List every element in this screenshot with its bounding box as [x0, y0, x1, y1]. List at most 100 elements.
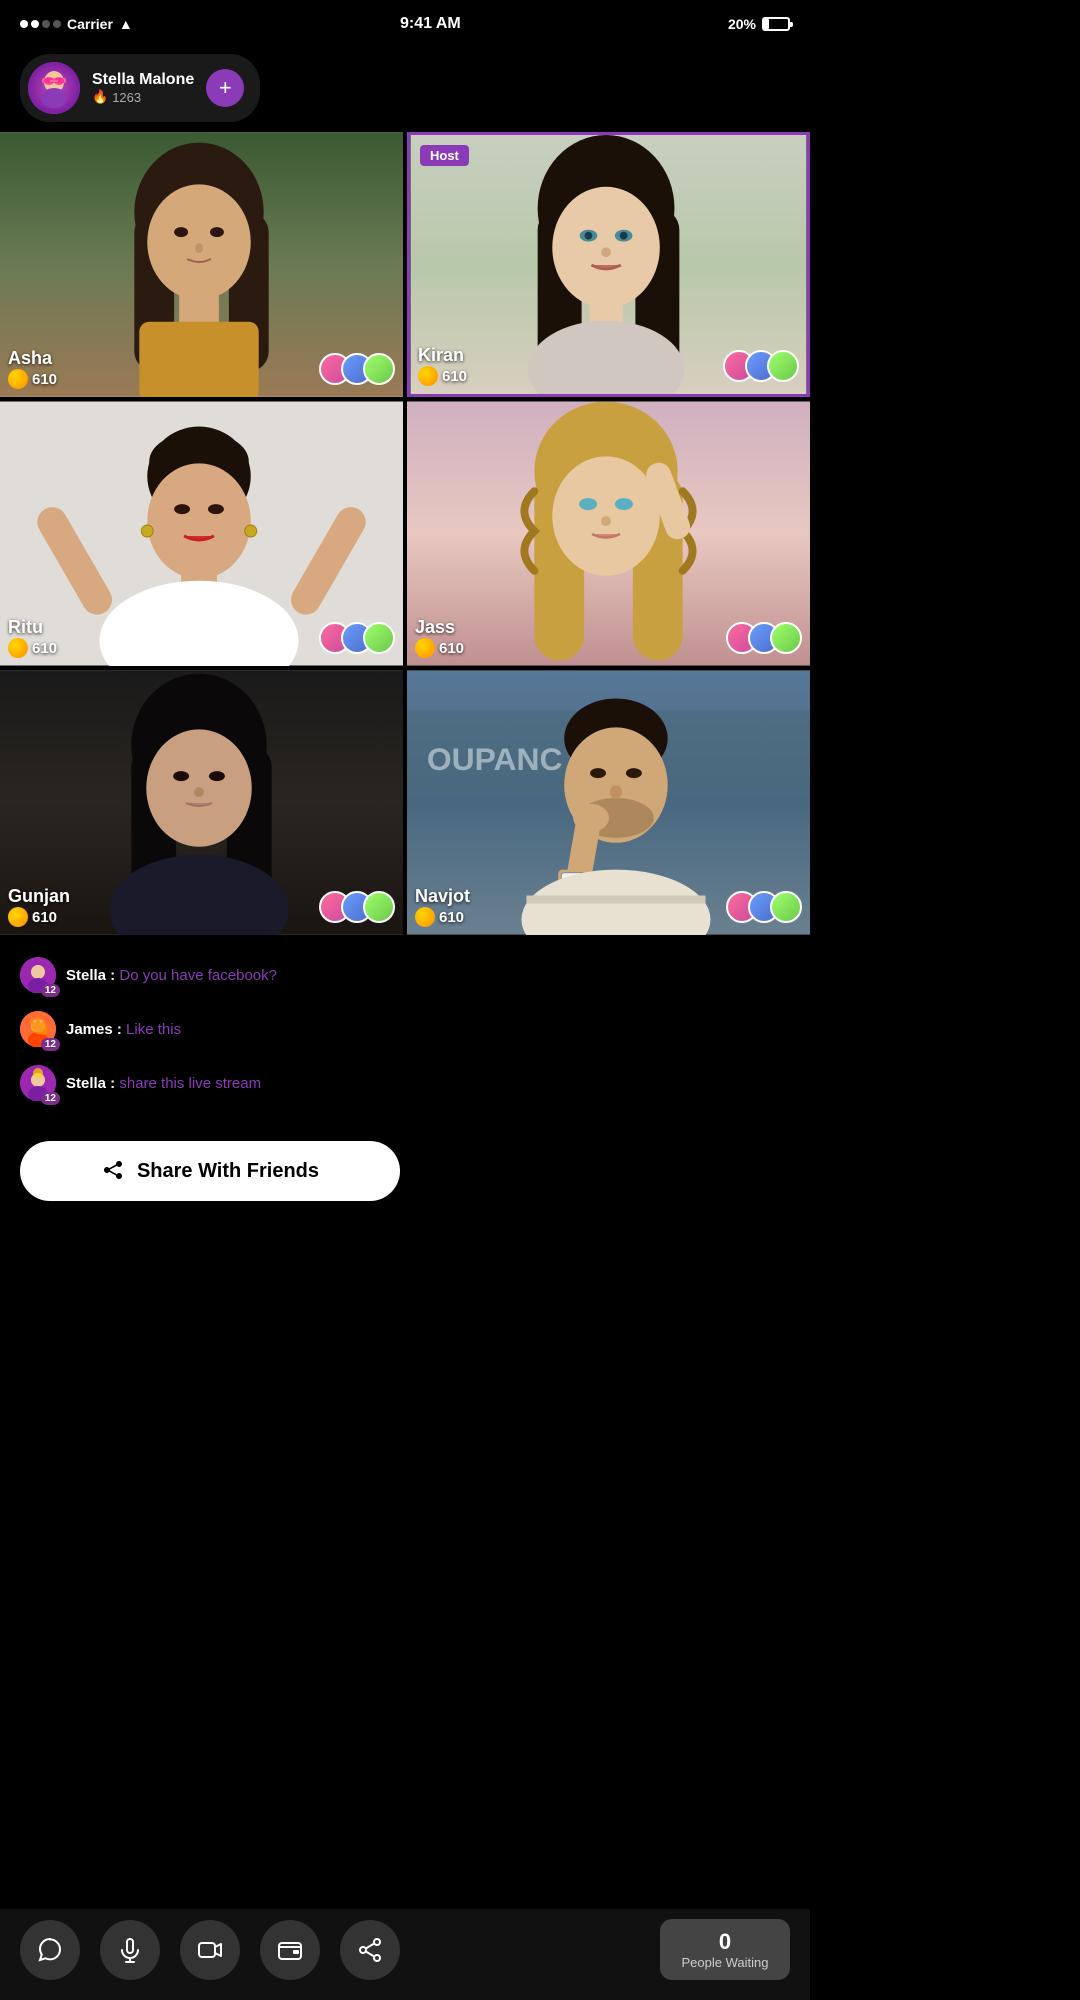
cell-name-kiran: Kiran [418, 345, 467, 366]
time-display: 9:41 AM [400, 15, 461, 33]
avatars-navjot [726, 891, 802, 923]
share-with-friends-button[interactable]: Share With Friends [20, 1141, 400, 1201]
grid-cell-navjot[interactable]: OUPANC Navjot [407, 670, 810, 935]
wifi-icon: ▲ [119, 16, 133, 32]
cell-score-navjot: 610 [415, 907, 470, 927]
battery-icon [762, 17, 790, 31]
cell-bottom-jass: Jass 610 [415, 617, 802, 658]
cell-name-jass: Jass [415, 617, 464, 638]
wallet-nav-icon [277, 1937, 303, 1963]
carrier-label: Carrier [67, 16, 113, 32]
avatars-asha [319, 353, 395, 385]
cell-bottom-asha: Asha 610 [8, 348, 395, 389]
chat-author-3: Stella : [66, 1075, 119, 1092]
grid-cell-asha[interactable]: Asha 610 [0, 132, 403, 397]
mini-avatar [770, 891, 802, 923]
status-bar: Carrier ▲ 9:41 AM 20% [0, 0, 810, 44]
waiting-count: 0 [680, 1929, 770, 1955]
host-badge: Host [420, 145, 469, 166]
mic-nav-button[interactable] [100, 1920, 160, 1980]
add-button[interactable]: + [206, 69, 244, 107]
coin-icon [8, 369, 28, 389]
video-nav-button[interactable] [180, 1920, 240, 1980]
grid-cell-jass[interactable]: Jass 610 [407, 401, 810, 666]
video-nav-icon [197, 1937, 223, 1963]
cell-name-ritu: Ritu [8, 617, 57, 638]
cell-bottom-kiran: Kiran 610 [418, 345, 799, 386]
mini-avatar [363, 891, 395, 923]
share-icon [101, 1159, 125, 1183]
chat-content-3: share this live stream [119, 1075, 261, 1092]
signal-dot-1 [20, 20, 28, 28]
share-button-label: Share With Friends [137, 1160, 319, 1183]
chat-badge-3: 12 [41, 1092, 60, 1105]
coin-icon [8, 638, 28, 658]
coin-icon [418, 366, 438, 386]
chat-message-3: 12 Stella : share this live stream [20, 1065, 790, 1101]
grid-cell-ritu[interactable]: Ritu 610 [0, 401, 403, 666]
cell-score-ritu: 610 [8, 638, 57, 658]
chat-avatar-badge-2: 12 [20, 1011, 56, 1047]
chat-badge-2: 12 [41, 1038, 60, 1051]
cell-score-asha: 610 [8, 369, 57, 389]
coin-icon [415, 907, 435, 927]
mic-nav-icon [117, 1937, 143, 1963]
cell-score-jass: 610 [415, 638, 464, 658]
signal-dot-4 [53, 20, 61, 28]
mini-avatar [770, 622, 802, 654]
chat-avatar-badge-1: 12 [20, 957, 56, 993]
mini-avatar [363, 353, 395, 385]
cell-score-gunjan: 610 [8, 907, 70, 927]
chat-nav-icon [37, 1937, 63, 1963]
host-score-value: 1263 [112, 90, 141, 105]
cell-name-asha: Asha [8, 348, 57, 369]
battery-percent: 20% [728, 16, 756, 32]
signal-dots [20, 20, 61, 28]
chat-author-1: Stella : [66, 967, 119, 984]
host-score: 🔥 1263 [92, 89, 194, 105]
signal-dot-2 [31, 20, 39, 28]
share-button-container: Share With Friends [0, 1135, 810, 1221]
avatars-gunjan [319, 891, 395, 923]
share-nav-button[interactable] [340, 1920, 400, 1980]
avatars-ritu [319, 622, 395, 654]
chat-message-2: 12 James : Like this [20, 1011, 790, 1047]
people-waiting-container: 0 People Waiting [660, 1919, 790, 1980]
chat-badge-1: 12 [41, 984, 60, 997]
chat-content-1: Do you have facebook? [119, 967, 277, 984]
cell-name-navjot: Navjot [415, 886, 470, 907]
grid-cell-kiran[interactable]: Host Kiran 610 [407, 132, 810, 397]
chat-section: 12 Stella : Do you have facebook? 12 Jam… [0, 941, 810, 1135]
nav-buttons [20, 1920, 660, 1980]
chat-message-1: 12 Stella : Do you have facebook? [20, 957, 790, 993]
avatars-kiran [723, 350, 799, 382]
mini-avatar [767, 350, 799, 382]
chat-avatar-badge-3: 12 [20, 1065, 56, 1101]
bottom-nav: 0 People Waiting [0, 1909, 810, 2000]
host-info: Stella Malone 🔥 1263 [92, 71, 194, 105]
chat-author-2: James : [66, 1021, 126, 1038]
chat-nav-button[interactable] [20, 1920, 80, 1980]
wallet-nav-button[interactable] [260, 1920, 320, 1980]
chat-text-2: James : Like this [66, 1021, 181, 1038]
cell-score-kiran: 610 [418, 366, 467, 386]
cell-name-gunjan: Gunjan [8, 886, 70, 907]
coin-icon [8, 907, 28, 927]
mini-avatar [363, 622, 395, 654]
chat-text-1: Stella : Do you have facebook? [66, 967, 277, 984]
avatars-jass [726, 622, 802, 654]
host-card: Stella Malone 🔥 1263 + [20, 54, 260, 122]
share-nav-icon [357, 1937, 383, 1963]
grid-cell-gunjan[interactable]: Gunjan 610 [0, 670, 403, 935]
signal-dot-3 [42, 20, 50, 28]
svg-text:OUPANC: OUPANC [427, 741, 563, 777]
status-left: Carrier ▲ [20, 16, 133, 32]
waiting-label: People Waiting [680, 1955, 770, 1970]
coin-icon [415, 638, 435, 658]
host-avatar [28, 62, 80, 114]
cell-bottom-navjot: Navjot 610 [415, 886, 802, 927]
host-name: Stella Malone [92, 71, 194, 89]
status-right: 20% [728, 16, 790, 32]
cell-bottom-ritu: Ritu 610 [8, 617, 395, 658]
chat-text-3: Stella : share this live stream [66, 1075, 261, 1092]
